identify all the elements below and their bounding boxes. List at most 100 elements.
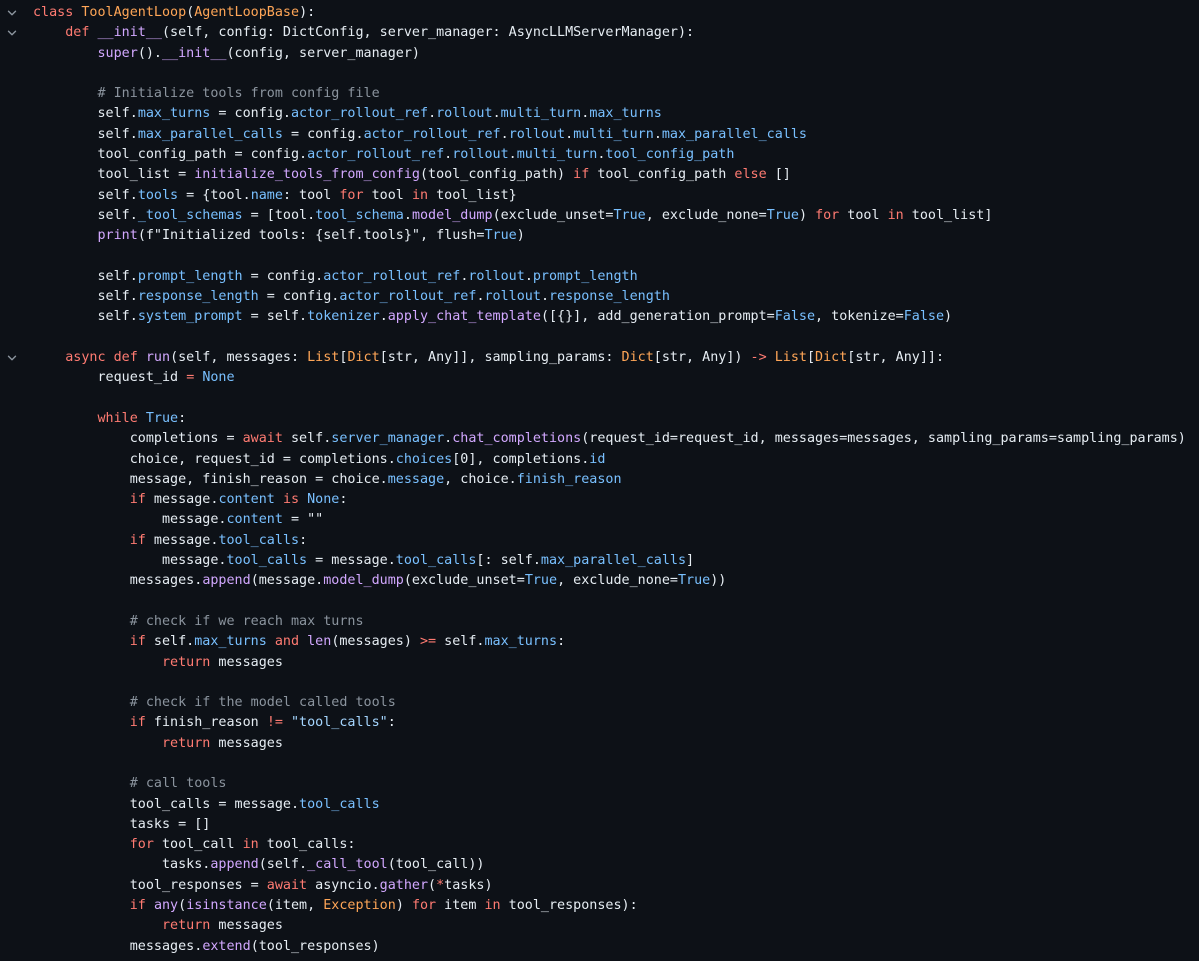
code-token: True	[678, 573, 711, 589]
code-token: (self, config: DictConfig, server_manage…	[162, 25, 695, 41]
code-token: ([{}], add_generation_prompt=	[540, 309, 775, 325]
code-token: (exclude_unset=	[492, 207, 614, 223]
code-line: self.max_turns = config.actor_rollout_re…	[0, 104, 1199, 124]
code-text: if message.tool_calls:	[33, 531, 307, 551]
code-token: in	[887, 207, 904, 223]
code-token: model_dump	[411, 207, 493, 223]
code-token: tool_calls	[218, 532, 300, 548]
code-text: completions = await self.server_manager.…	[33, 429, 1186, 449]
chevron-down-icon[interactable]	[4, 3, 20, 23]
code-token: = config.	[282, 126, 364, 142]
code-token: rollout	[452, 147, 509, 163]
code-text: if self.max_turns and len(messages) >= s…	[33, 632, 565, 652]
chevron-down-icon[interactable]	[4, 23, 20, 43]
code-token: [str, Any]], sampling_params:	[379, 350, 622, 366]
code-token: message.	[145, 492, 219, 508]
code-token: _call_tool	[307, 857, 388, 873]
code-text: request_id = None	[33, 368, 235, 388]
code-token: , tokenize=	[815, 309, 904, 325]
code-token: Exception	[323, 898, 396, 914]
code-token: max_parallel_calls	[137, 126, 283, 142]
code-token: .	[524, 268, 533, 284]
code-token: if	[129, 634, 146, 650]
code-token: = [tool.	[242, 207, 316, 223]
code-token: (exclude_unset=	[403, 573, 525, 589]
chevron-down-icon[interactable]	[4, 348, 20, 368]
code-token: ))	[710, 573, 727, 589]
code-token: tool_responses =	[33, 877, 267, 893]
code-token: [str, Any])	[653, 350, 751, 366]
code-token: None	[202, 370, 235, 386]
code-token: tasks.	[33, 857, 211, 873]
code-token: id	[589, 451, 606, 467]
code-text: message, finish_reason = choice.message,…	[33, 470, 622, 490]
code-line: self._tool_schemas = [tool.tool_schema.m…	[0, 206, 1199, 226]
code-token: max_turns	[194, 634, 267, 650]
code-line: if any(isinstance(item, Exception) for i…	[0, 896, 1199, 916]
code-token: append	[210, 857, 259, 873]
code-token: prompt_length	[532, 268, 638, 284]
code-line: return messages	[0, 916, 1199, 936]
code-token: tool_list =	[33, 167, 195, 183]
code-token: message, finish_reason = choice.	[33, 471, 388, 487]
code-line: message.tool_calls = message.tool_calls[…	[0, 551, 1199, 571]
code-token: = config.	[210, 106, 291, 122]
code-line: def __init__(self, config: DictConfig, s…	[0, 23, 1199, 43]
code-token: = ""	[282, 512, 324, 528]
code-token: self.	[33, 309, 138, 325]
code-token: if	[129, 532, 146, 548]
code-token: (config, server_manager)	[226, 45, 420, 61]
code-token: Dict	[815, 350, 848, 366]
code-line: choice, request_id = completions.choices…	[0, 450, 1199, 470]
code-text: while True:	[33, 409, 187, 429]
code-text: tool_calls = message.tool_calls	[33, 795, 380, 815]
code-token: ().	[137, 45, 162, 61]
code-token: rollout	[468, 268, 525, 284]
code-token: system_prompt	[137, 309, 243, 325]
code-line: async def run(self, messages: List[Dict[…	[0, 348, 1199, 368]
code-token: await	[242, 431, 283, 447]
code-token: # call tools	[129, 776, 227, 792]
code-token: run	[145, 350, 171, 366]
code-token: content	[218, 492, 275, 508]
code-token: tool_calls:	[258, 837, 356, 853]
code-line: request_id = None	[0, 368, 1199, 388]
code-token: asyncio.	[307, 877, 380, 893]
code-token: tool_schema	[315, 207, 404, 223]
code-token: [: self.	[476, 553, 541, 569]
code-token: self.	[33, 207, 138, 223]
code-token: = self.	[242, 309, 308, 325]
code-text: message.content = ""	[33, 510, 323, 530]
code-token: return	[162, 918, 211, 934]
code-text: self.system_prompt = self.tokenizer.appl…	[33, 307, 952, 327]
code-text: super().__init__(config, server_manager)	[33, 44, 420, 64]
code-editor[interactable]: class ToolAgentLoop(AgentLoopBase): def …	[0, 3, 1199, 957]
code-token: tool_list}	[428, 187, 517, 203]
code-token: class	[33, 5, 82, 20]
code-token: )	[798, 207, 816, 223]
code-token: .	[476, 289, 485, 305]
code-token: )	[516, 228, 525, 244]
code-line: tasks.append(self._call_tool(tool_call))	[0, 855, 1199, 875]
code-token: async def	[65, 350, 146, 366]
code-token: False	[774, 309, 816, 325]
code-token: completions =	[33, 431, 243, 447]
code-token: ->	[750, 350, 767, 366]
code-token: if	[573, 167, 590, 183]
code-viewer: { "theme": { "background": "#0d1117", "t…	[0, 0, 1199, 961]
code-token: message.	[33, 512, 227, 528]
code-token: messages	[210, 735, 283, 751]
code-token: item	[436, 898, 485, 914]
code-token: server_manager	[331, 431, 445, 447]
code-token: finish_reason	[145, 715, 267, 731]
code-token: True	[484, 228, 517, 244]
code-token: tool_calls	[299, 796, 380, 812]
code-token: "tool_calls"	[291, 715, 388, 731]
